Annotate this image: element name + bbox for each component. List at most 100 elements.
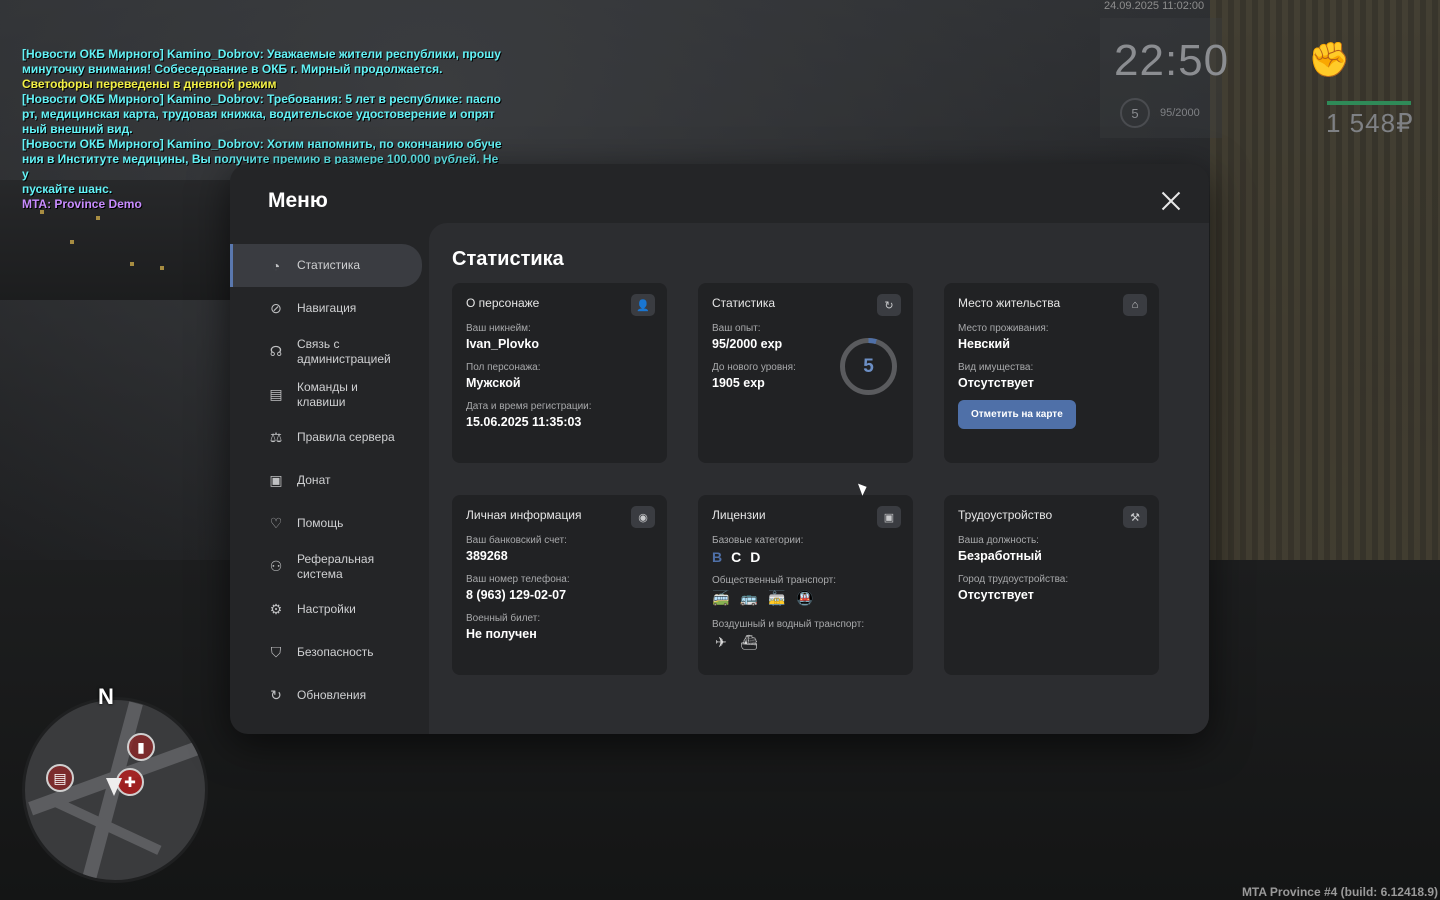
military-id-value: Не получен [466,627,537,641]
hud-level-badge: 5 [1120,98,1150,128]
id-card-icon: ▣ [877,506,901,528]
field-label: Ваш банковский счет: [466,535,567,546]
chat-line: [Новости ОКБ Мирного] Kamino_Dobrov: Хот… [22,137,502,151]
licenses-card: Лицензии ▣ Базовые категории: BCD Общест… [698,495,913,675]
field-label: Базовые категории: [712,535,804,546]
hud-datetime: 24.09.2025 11:02:00 [1104,0,1205,12]
shield-icon: ⛉ [270,644,282,660]
build-info: MTA Province #4 (build: 6.12418.9) [1241,885,1438,899]
sidebar-item-label: Статистика [297,258,361,272]
fist-icon: ✊ [1308,41,1351,79]
close-button[interactable] [1158,188,1184,214]
card-title: Место жительства [958,296,1061,310]
license-category: B [712,549,723,565]
sidebar-item-label: Настройки [297,602,356,616]
field-label: Дата и время регистрации: [466,401,592,412]
card-title: Трудоустройство [958,508,1053,522]
document-icon: ▤ [269,386,283,402]
id-circle-icon: ◉ [631,506,655,528]
field-label: Город трудоустройства: [958,574,1069,585]
phone-value: 8 (963) 129-02-07 [466,588,567,602]
airplane-icon: ✈ [715,633,727,650]
bank-account-value: 389268 [466,549,508,563]
sidebar-item[interactable]: ⚇ Реферальная система [230,545,422,588]
character-card: О персонаже 👤 Ваш никнейм: Ivan_Plovko П… [452,283,667,463]
sidebar-item[interactable]: ⚙ Настройки [230,588,422,631]
sidebar-item-label: Безопасность [297,645,374,659]
sidebar-item-label: Реферальная система [297,551,375,581]
sidebar-item[interactable]: ▣ Донат [230,459,422,502]
sidebar-item[interactable]: ↻ Обновления [230,674,422,717]
sidebar-item-label: Помощь [297,516,344,530]
sidebar-item-label: Обновления [297,688,367,702]
hud-clock: 22:50 [1114,36,1230,85]
card-title: Статистика [712,296,776,310]
field-label: Ваш опыт: [712,323,761,334]
field-label: Вид имущества: [958,362,1034,373]
minimap-north: N [98,684,114,709]
public-transport-icons: 🚎 🚌 🚋 🚇 [712,589,899,607]
trolleybus-icon: 🚎 [712,589,730,606]
health-bar [1327,101,1411,105]
sidebar-item[interactable]: ♡ Помощь [230,502,422,545]
sidebar-item-label: Правила сервера [297,430,395,444]
compass-icon: ⊘ [270,300,282,316]
sidebar-item[interactable]: ⚖ Правила сервера [230,416,422,459]
building-window [160,266,164,270]
card-title: О персонаже [466,296,540,310]
refresh-icon: ↻ [270,687,282,703]
gender-value: Мужской [466,376,521,390]
chat-line: Светофоры переведены в дневной режим [22,77,277,91]
menu-title: Меню [268,189,328,212]
sidebar-item[interactable]: ☊ Связь с администрацией [230,330,422,373]
license-category: D [750,549,761,565]
sidebar-item[interactable]: ◔ Статистика [230,244,422,287]
bus-icon: 🚌 [740,589,758,606]
heart-hand-icon: ♡ [269,515,283,531]
wallet-icon: ▣ [269,472,283,488]
sidebar: ◔ Статистика ⊘ Навигация ☊ Связь с администра… [230,244,422,717]
sidebar-item[interactable]: ▤ Команды и клавиши [230,373,422,416]
hammer-icon: ⚒ [1123,506,1147,528]
sidebar-item-label: Донат [297,473,331,487]
personal-info-card: Личная информация ◉ Ваш банковский счет:… [452,495,667,675]
field-label: Ваш никнейм: [466,323,531,334]
field-label: Пол персонажа: [466,362,541,373]
stats-card: Статистика ↻ Ваш опыт: 95/2000 exp До но… [698,283,913,463]
chat-line: [Новости ОКБ Мирного] Kamino_Dobrov: Ува… [22,47,501,61]
field-label: Место проживания: [958,323,1049,334]
card-title: Личная информация [466,508,582,522]
residence-card: Место жительства ⌂ Место проживания: Нев… [944,283,1159,463]
field-label: Воздушный и водный транспорт: [712,619,865,630]
content-panel: Статистика О персонаже 👤 Ваш никнейм: Iv… [429,223,1209,734]
gear-icon: ⚙ [269,601,283,617]
hud-exp: 95/2000 [1160,107,1200,119]
residence-value: Невский [958,337,1010,351]
building-window [96,216,100,220]
building-window [70,240,74,244]
job-city-value: Отсутствует [958,588,1034,602]
pie-chart-icon: ◔ [271,257,281,274]
chat-line: [Новости ОКБ Мирного] Kamino_Dobrov: Тре… [22,92,502,106]
nickname-value: Ivan_Plovko [466,337,539,351]
tram-icon: 🚋 [768,589,786,606]
scene-wall [1210,0,1440,560]
home-icon: ⌂ [1123,294,1147,316]
property-value: Отсутствует [958,376,1034,390]
chat-line: ный внешний вид. [22,122,133,136]
user-icon: 👤 [631,294,655,316]
mark-on-map-button[interactable]: Отметить на карте [958,400,1076,429]
chat-line: минуточку внимания! Собеседование в ОКБ … [22,62,443,76]
registration-value: 15.06.2025 11:35:03 [466,415,582,429]
scales-icon: ⚖ [269,429,283,445]
card-title: Лицензии [712,508,766,522]
office-blip-icon: ▤ [46,764,74,792]
menu-window: Меню ◔ Статистика ⊘ Навигация ☊ Связь с админ… [230,164,1209,734]
player-arrow-icon [106,778,122,796]
sidebar-item[interactable]: ⊘ Навигация [230,287,422,330]
sidebar-item[interactable]: ⛉ Безопасность [230,631,422,674]
level-number: 5 [863,355,874,377]
field-label: Общественный транспорт: [712,575,837,586]
field-label: Ваш номер телефона: [466,574,570,585]
employment-card: Трудоустройство ⚒ Ваша должность: Безраб… [944,495,1159,675]
